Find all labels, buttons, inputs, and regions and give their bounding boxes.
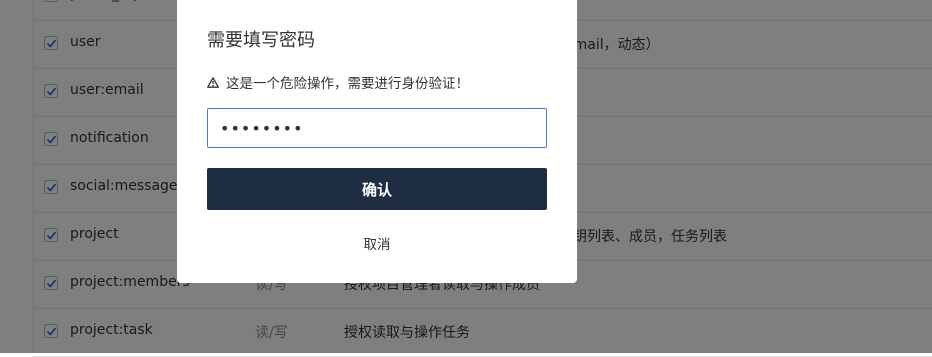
warning-icon (207, 76, 219, 88)
confirm-button[interactable]: 确认 (207, 168, 547, 210)
warning-message: 这是一个危险操作，需要进行身份验证！ (207, 72, 469, 92)
password-input[interactable] (207, 108, 547, 148)
dialog-title: 需要填写密码 (207, 30, 315, 51)
password-dialog: 需要填写密码 这是一个危险操作，需要进行身份验证！ 确认 取消 (177, 0, 577, 283)
cancel-button[interactable]: 取消 (207, 231, 547, 255)
warning-text: 这是一个危险操作，需要进行身份验证！ (226, 76, 469, 92)
